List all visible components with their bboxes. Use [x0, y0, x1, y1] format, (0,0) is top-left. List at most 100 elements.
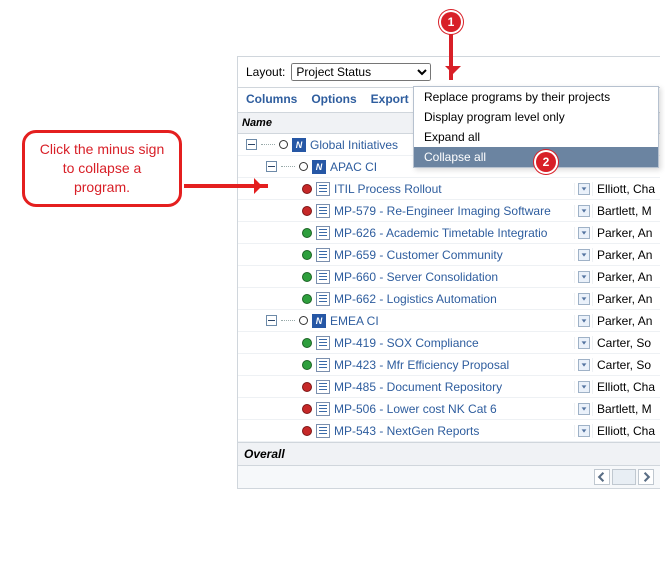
dropdown-cell: [574, 293, 592, 305]
project-icon: [316, 204, 330, 218]
project-icon: [316, 402, 330, 416]
owner-cell: Parker, An: [592, 314, 660, 328]
scroll-track[interactable]: [612, 469, 636, 485]
callout-text: Click the minus sign to collapse a progr…: [40, 141, 165, 195]
arrow-right: [184, 184, 268, 188]
row-menu-button[interactable]: [578, 249, 590, 261]
project-icon: [316, 248, 330, 262]
status-green-icon: [302, 360, 312, 370]
row-menu-button[interactable]: [578, 227, 590, 239]
owner-cell: Carter, So: [592, 358, 660, 372]
owner-cell: Elliott, Cha: [592, 380, 660, 394]
tree-item-row: MP-626 - Academic Timetable Integratio Pa…: [238, 222, 660, 244]
arrow-down: [449, 30, 453, 80]
overall-row: Overall: [238, 442, 660, 466]
program-icon: N: [312, 160, 326, 174]
item-link[interactable]: ITIL Process Rollout: [334, 182, 442, 196]
dropdown-cell: [574, 381, 592, 393]
menu-item-levelonly[interactable]: Display program level only: [414, 107, 658, 127]
status-red-icon: [302, 426, 312, 436]
row-menu-button[interactable]: [578, 293, 590, 305]
item-link[interactable]: MP-659 - Customer Community: [334, 248, 503, 262]
row-menu-button[interactable]: [578, 183, 590, 195]
item-link[interactable]: MP-662 - Logistics Automation: [334, 292, 497, 306]
tree-body: NGlobal InitiativesArNAPAC CIITIL Proces…: [238, 134, 660, 442]
owner-cell: Parker, An: [592, 226, 660, 240]
row-menu-button[interactable]: [578, 425, 590, 437]
tree-item-row: ITIL Process Rollout Elliott, Cha: [238, 178, 660, 200]
item-link[interactable]: MP-543 - NextGen Reports: [334, 424, 479, 438]
status-green-icon: [302, 294, 312, 304]
row-menu-button[interactable]: [578, 337, 590, 349]
owner-cell: Parker, An: [592, 292, 660, 306]
tab-columns[interactable]: Columns: [246, 92, 297, 106]
item-link[interactable]: MP-579 - Re-Engineer Imaging Software: [334, 204, 551, 218]
item-link[interactable]: MP-485 - Document Repository: [334, 380, 502, 394]
collapse-toggle[interactable]: [246, 139, 257, 150]
badge-1: 1: [441, 12, 461, 32]
owner-cell: Elliott, Cha: [592, 424, 660, 438]
bullet-icon: [299, 162, 308, 171]
tab-export[interactable]: Export: [371, 92, 409, 106]
item-link[interactable]: Global Initiatives: [310, 138, 398, 152]
scroll-left-icon[interactable]: [594, 469, 610, 485]
project-icon: [316, 226, 330, 240]
status-green-icon: [302, 272, 312, 282]
dropdown-cell: [574, 183, 592, 195]
item-link[interactable]: EMEA CI: [330, 314, 379, 328]
project-icon: [316, 358, 330, 372]
status-green-icon: [302, 250, 312, 260]
status-red-icon: [302, 206, 312, 216]
row-menu-button[interactable]: [578, 403, 590, 415]
tree-item-row: MP-662 - Logistics Automation Parker, An: [238, 288, 660, 310]
project-icon: [316, 424, 330, 438]
badge-2: 2: [536, 152, 556, 172]
item-link[interactable]: MP-660 - Server Consolidation: [334, 270, 498, 284]
dropdown-cell: [574, 227, 592, 239]
owner-cell: Carter, So: [592, 336, 660, 350]
programs-menu: Replace programs by their projects Displ…: [413, 86, 659, 168]
status-red-icon: [302, 404, 312, 414]
bullet-icon: [299, 316, 308, 325]
dropdown-cell: [574, 271, 592, 283]
item-link[interactable]: APAC CI: [330, 160, 377, 174]
item-link[interactable]: MP-506 - Lower cost NK Cat 6: [334, 402, 497, 416]
project-icon: [316, 182, 330, 196]
tab-options[interactable]: Options: [311, 92, 356, 106]
tree-item-row: MP-543 - NextGen Reports Elliott, Cha: [238, 420, 660, 442]
menu-item-replace[interactable]: Replace programs by their projects: [414, 87, 658, 107]
dropdown-cell: [574, 403, 592, 415]
project-icon: [316, 336, 330, 350]
row-menu-button[interactable]: [578, 315, 590, 327]
horizontal-scrollbar[interactable]: [238, 466, 660, 488]
item-link[interactable]: MP-423 - Mfr Efficiency Proposal: [334, 358, 509, 372]
tree-group-row: NEMEA CIParker, An: [238, 310, 660, 332]
owner-cell: Bartlett, M: [592, 402, 660, 416]
tree-item-row: MP-579 - Re-Engineer Imaging Software Bar…: [238, 200, 660, 222]
row-menu-button[interactable]: [578, 359, 590, 371]
owner-cell: Elliott, Cha: [592, 182, 660, 196]
menu-item-expandall[interactable]: Expand all: [414, 127, 658, 147]
dropdown-cell: [574, 337, 592, 349]
tree-item-row: MP-419 - SOX Compliance Carter, So: [238, 332, 660, 354]
tree-item-row: MP-485 - Document Repository Elliott, Cha: [238, 376, 660, 398]
tree-item-row: MP-506 - Lower cost NK Cat 6 Bartlett, M: [238, 398, 660, 420]
owner-cell: Bartlett, M: [592, 204, 660, 218]
item-link[interactable]: MP-626 - Academic Timetable Integratio: [334, 226, 547, 240]
dropdown-cell: [574, 205, 592, 217]
layout-label: Layout:: [246, 65, 285, 79]
item-link[interactable]: MP-419 - SOX Compliance: [334, 336, 479, 350]
dropdown-cell: [574, 425, 592, 437]
scroll-right-icon[interactable]: [638, 469, 654, 485]
project-icon: [316, 292, 330, 306]
status-red-icon: [302, 184, 312, 194]
row-menu-button[interactable]: [578, 205, 590, 217]
dropdown-cell: [574, 249, 592, 261]
tree-item-row: MP-659 - Customer CommunityParker, An: [238, 244, 660, 266]
collapse-toggle[interactable]: [266, 315, 277, 326]
layout-select[interactable]: Project Status: [291, 63, 431, 81]
collapse-toggle[interactable]: [266, 161, 277, 172]
row-menu-button[interactable]: [578, 271, 590, 283]
row-menu-button[interactable]: [578, 381, 590, 393]
status-green-icon: [302, 338, 312, 348]
